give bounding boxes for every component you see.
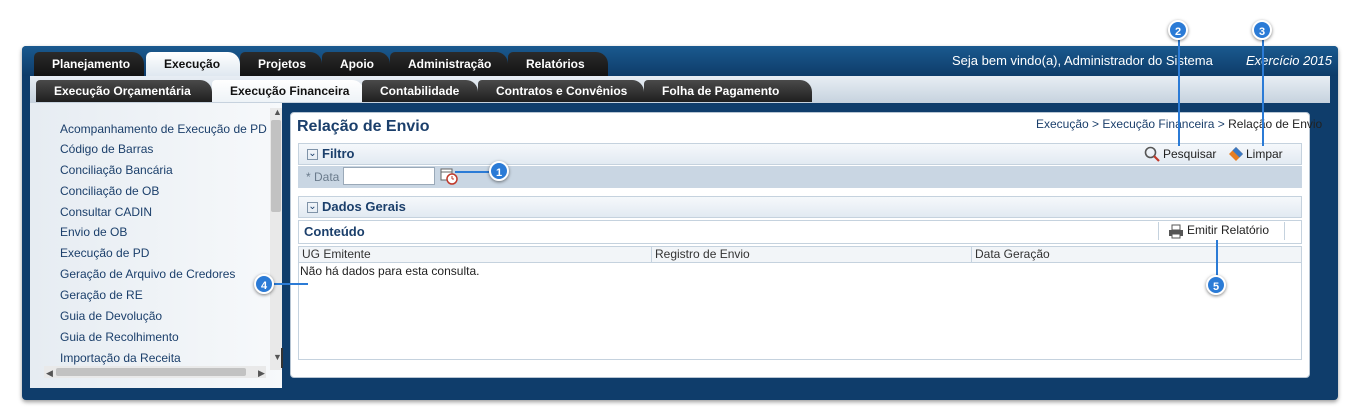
scroll-left-icon[interactable]: ◀ [46, 368, 53, 379]
tab-label: Contratos e Convênios [496, 84, 628, 98]
breadcrumb-link-execucao-financeira[interactable]: Execução Financeira [1102, 117, 1214, 131]
sidebar-item-envio-ob[interactable]: Envio de OB [60, 225, 127, 239]
limpar-label: Limpar [1246, 147, 1283, 161]
scroll-right-icon[interactable]: ▶ [258, 368, 265, 379]
column-header-ug-emitente[interactable]: UG Emitente [302, 247, 371, 261]
empty-message: Não há dados para esta consulta. [300, 264, 480, 278]
toolbar-divider [1158, 222, 1159, 240]
filtro-title[interactable]: Filtro [322, 146, 355, 161]
emitir-relatorio-label: Emitir Relatório [1187, 223, 1270, 237]
exercicio-label[interactable]: Exercício 2015 [1246, 53, 1332, 68]
eraser-icon [1229, 147, 1243, 161]
data-label: * Data [306, 170, 340, 184]
column-header-registro-envio[interactable]: Registro de Envio [655, 247, 750, 261]
pesquisar-label: Pesquisar [1163, 147, 1217, 161]
breadcrumb-separator: > [1088, 117, 1103, 131]
conteudo-title: Conteúdo [304, 224, 365, 239]
sidebar-item-geracao-re[interactable]: Geração de RE [60, 288, 143, 302]
calendar-icon[interactable] [440, 167, 458, 185]
sidebar-item-guia-devolucao[interactable]: Guia de Devolução [60, 309, 162, 323]
conteudo-header [298, 220, 1302, 244]
sidebar-item-conciliacao-ob[interactable]: Conciliação de OB [60, 184, 159, 198]
tab-label: Folha de Pagamento [662, 84, 780, 98]
data-field[interactable] [343, 167, 435, 185]
page-title: Relação de Envio [297, 118, 430, 135]
sidebar-item-consultar-cadin[interactable]: Consultar CADIN [60, 205, 152, 219]
welcome-text: Seja bem vindo(a), Administrador do Sist… [952, 53, 1213, 68]
dados-gerais-title[interactable]: Dados Gerais [322, 199, 406, 214]
toolbar-divider [1284, 222, 1285, 240]
callout-line [455, 171, 489, 173]
sidebar-item-codigo-barras[interactable]: Código de Barras [60, 142, 153, 156]
callout-2: 2 [1168, 20, 1188, 40]
callout-line [274, 283, 308, 285]
sidebar-item-conciliacao-bancaria[interactable]: Conciliação Bancária [60, 163, 173, 177]
callout-line [1216, 240, 1218, 276]
printer-icon [1169, 224, 1183, 239]
tab-contratos-convenios[interactable]: Contratos e Convênios [478, 80, 644, 102]
tab-folha-pagamento[interactable]: Folha de Pagamento [644, 80, 812, 102]
sidebar-item-execucao-pd[interactable]: Execução de PD [60, 246, 149, 260]
tab-label: Execução Orçamentária [54, 84, 191, 98]
tab-label: Planejamento [52, 57, 131, 71]
tab-apoio[interactable]: Apoio [322, 52, 390, 76]
column-divider[interactable] [971, 246, 972, 263]
tab-contabilidade[interactable]: Contabilidade [362, 80, 478, 102]
search-icon [1144, 146, 1160, 162]
breadcrumb-separator: > [1214, 117, 1229, 131]
callout-1: 1 [489, 161, 509, 181]
tab-label: Projetos [258, 57, 307, 71]
breadcrumb-link-execucao[interactable]: Execução [1036, 117, 1089, 131]
scroll-up-icon[interactable]: ▲ [273, 107, 282, 117]
tab-administracao[interactable]: Administração [390, 52, 508, 76]
sidebar-scroll-thumb[interactable] [271, 120, 281, 212]
tab-execucao-financeira[interactable]: Execução Financeira [212, 80, 364, 102]
sidebar-item-importacao-receita[interactable]: Importação da Receita [60, 351, 181, 365]
sidebar-hscroll-thumb[interactable] [56, 368, 246, 376]
sidebar-item-guia-recolhimento[interactable]: Guia de Recolhimento [60, 330, 179, 344]
collapse-filtro-icon[interactable]: ⌄ [307, 149, 318, 160]
dados-gerais-header [298, 196, 1302, 218]
tab-label: Execução Financeira [230, 84, 350, 98]
tab-label: Relatórios [526, 57, 585, 71]
sidebar-item-geracao-credores[interactable]: Geração de Arquivo de Credores [60, 267, 235, 281]
collapse-dados-gerais-icon[interactable]: ⌄ [307, 202, 318, 213]
sidebar-item-acompanhamento[interactable]: Acompanhamento de Execução de PD [60, 122, 267, 136]
tab-execucao-orcamentaria[interactable]: Execução Orçamentária [36, 80, 212, 102]
tab-label: Execução [164, 57, 221, 71]
table-header [298, 246, 1302, 263]
breadcrumb-current: Relação de Envio [1228, 117, 1323, 131]
callout-3: 3 [1252, 20, 1272, 40]
tab-label: Apoio [340, 57, 374, 71]
callout-4: 4 [254, 274, 274, 294]
splitter-handle-icon[interactable] [281, 348, 289, 368]
callout-5: 5 [1206, 275, 1226, 295]
column-divider[interactable] [651, 246, 652, 263]
callout-line [1178, 40, 1180, 146]
tab-planejamento[interactable]: Planejamento [34, 52, 144, 76]
column-header-data-geracao[interactable]: Data Geração [975, 247, 1050, 261]
tab-relatorios[interactable]: Relatórios [508, 52, 608, 76]
tab-label: Contabilidade [380, 84, 460, 98]
callout-line [1262, 40, 1264, 146]
tab-label: Administração [408, 57, 492, 71]
tab-execucao[interactable]: Execução [146, 52, 240, 76]
tab-projetos[interactable]: Projetos [240, 52, 322, 76]
